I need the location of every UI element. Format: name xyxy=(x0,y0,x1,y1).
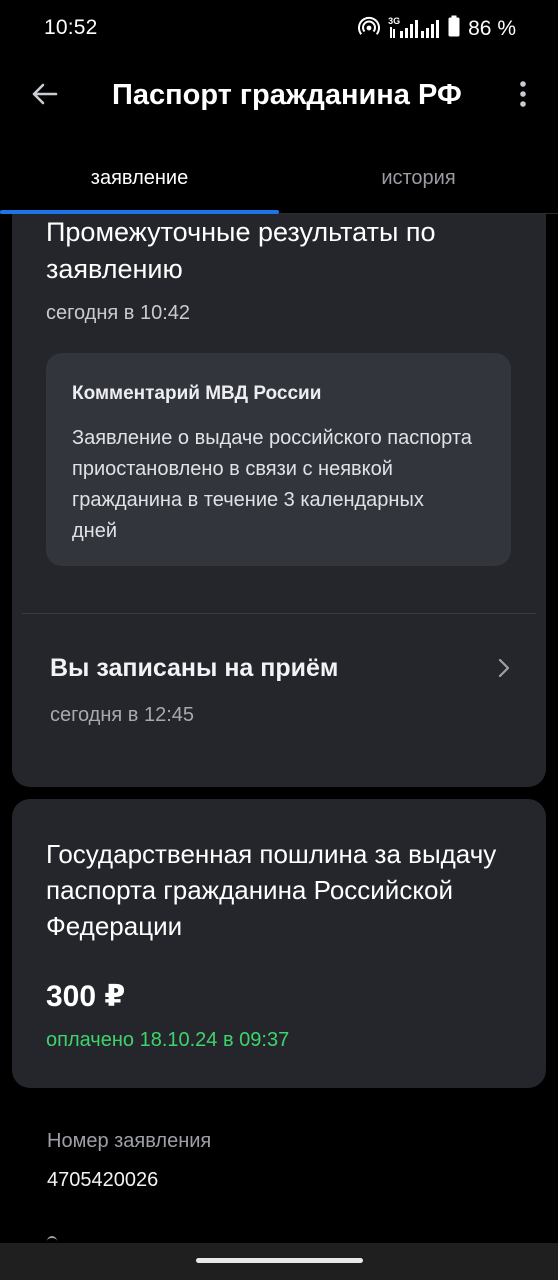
back-button[interactable] xyxy=(26,78,62,114)
more-vertical-icon xyxy=(519,80,527,113)
appointment-title: Вы записаны на приём xyxy=(50,654,339,682)
hotspot-icon xyxy=(358,15,381,42)
payment-status: оплачено 18.10.24 в 09:37 xyxy=(46,1029,290,1051)
intermediate-results-card: Промежуточные результаты по заявлению се… xyxy=(12,214,546,787)
status-bar: 10:52 3G 86 % xyxy=(0,0,558,58)
state-fee-card: Государственная пошлина за выдачу паспор… xyxy=(12,799,546,1088)
status-icons: 3G 86 % xyxy=(358,15,516,42)
status-time: 10:52 xyxy=(44,16,98,39)
intermediate-results-time: сегодня в 10:42 xyxy=(46,302,190,324)
app-header: Паспорт гражданина РФ xyxy=(0,58,558,142)
intermediate-results-title: Промежуточные результаты по заявлению xyxy=(46,217,436,284)
home-gesture-handle[interactable] xyxy=(196,1258,363,1263)
battery-icon xyxy=(448,15,460,42)
tab-application[interactable]: заявление xyxy=(0,150,279,214)
appointment-time: сегодня в 12:45 xyxy=(50,704,194,726)
tab-history[interactable]: история xyxy=(279,150,558,214)
comment-text: Заявление о выдаче российского паспорта … xyxy=(72,427,472,542)
more-menu-button[interactable] xyxy=(508,78,538,114)
signal-icon: 3G xyxy=(388,16,440,40)
ministry-comment-box: Комментарий МВД России Заявление о выдач… xyxy=(46,353,511,566)
application-number: 4705420026 xyxy=(47,1169,159,1191)
application-number-label: Номер заявления xyxy=(47,1130,212,1152)
tab-bar: заявление история xyxy=(0,150,558,214)
next-detail-clipped xyxy=(47,1232,77,1242)
page-title: Паспорт гражданина РФ xyxy=(112,79,462,111)
arrow-left-icon xyxy=(30,82,58,111)
appointment-row[interactable]: Вы записаны на приём сегодня в 12:45 xyxy=(12,614,546,744)
battery-percent: 86 % xyxy=(468,16,516,40)
comment-title: Комментарий МВД России xyxy=(72,383,322,404)
state-fee-title: Государственная пошлина за выдачу паспор… xyxy=(46,839,497,941)
state-fee-amount: 300 ₽ xyxy=(46,980,126,1013)
system-nav-bar xyxy=(0,1243,558,1280)
chevron-right-icon xyxy=(496,656,512,680)
